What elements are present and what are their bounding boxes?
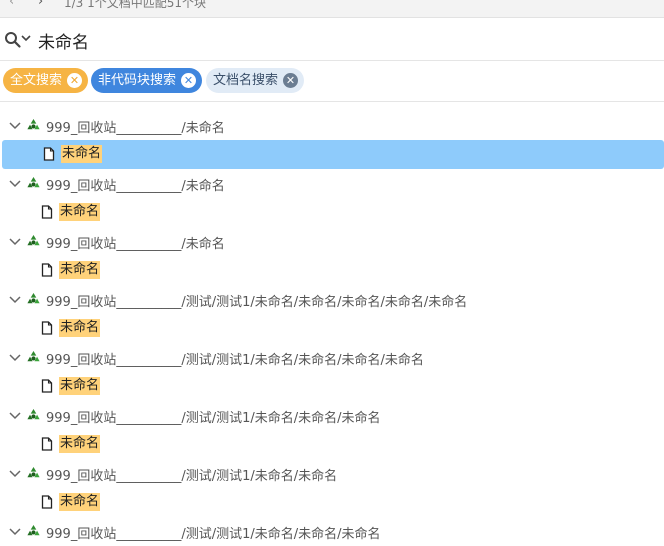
close-icon[interactable]: ✕ — [181, 73, 197, 88]
chevron-down-icon[interactable] — [9, 468, 21, 478]
result-doc-row[interactable]: 未命名 — [0, 198, 664, 227]
recycle-bin-icon — [26, 176, 41, 191]
result-path-row[interactable]: 999_回收站__________/测试/测试1/未命名/未命名/未命名/未命名… — [0, 285, 664, 314]
recycle-bin-icon — [26, 118, 41, 133]
search-results-tree: 999_回收站__________/未命名 未命名 999_回收站_________… — [0, 111, 664, 546]
chevron-down-icon[interactable] — [9, 120, 21, 130]
file-icon — [41, 205, 53, 219]
chevron-down-icon[interactable] — [9, 294, 21, 304]
recycle-bin-icon — [26, 292, 41, 307]
result-path-text: 999_回收站__________/测试/测试1/未命名/未命名/未命名 — [46, 527, 381, 542]
search-filter-bar: 全文搜索 ✕ 非代码块搜索 ✕ 文档名搜索 ✕ — [0, 61, 664, 102]
result-doc-row[interactable]: 未命名 — [2, 140, 664, 169]
result-doc-name: 未命名 — [59, 261, 101, 279]
result-path-text: 999_回收站__________/测试/测试1/未命名/未命名 — [46, 469, 338, 484]
recycle-bin-icon — [26, 524, 41, 539]
filter-chip-label: 全文搜索 — [10, 73, 63, 88]
result-path-row[interactable]: 999_回收站__________/测试/测试1/未命名/未命名/未命名/未命名 — [0, 343, 664, 372]
result-path-row[interactable]: 999_回收站__________/测试/测试1/未命名/未命名/未命名 — [0, 401, 664, 430]
chevron-down-icon[interactable] — [9, 236, 21, 246]
result-doc-row[interactable]: 未命名 — [0, 430, 664, 459]
next-result-button[interactable]: › — [38, 0, 43, 9]
result-doc-name: 未命名 — [59, 435, 101, 453]
match-count-status: 1/3 1个文档中匹配51个块 — [64, 0, 207, 10]
file-icon — [41, 379, 53, 393]
result-doc-row[interactable]: 未命名 — [0, 488, 664, 517]
recycle-bin-icon — [26, 466, 41, 481]
result-path-row[interactable]: 999_回收站__________/未命名 — [0, 169, 664, 198]
result-path-text: 999_回收站__________/未命名 — [46, 237, 225, 252]
result-path-row[interactable]: 999_回收站__________/测试/测试1/未命名/未命名/未命名 — [0, 517, 664, 546]
chevron-down-icon[interactable] — [9, 178, 21, 188]
toolbar: ‹ › 1/3 1个文档中匹配51个块 — [0, 0, 664, 18]
result-doc-row[interactable]: 未命名 — [0, 256, 664, 285]
filter-chip-fulltext[interactable]: 全文搜索 ✕ — [3, 68, 89, 93]
search-bar — [0, 18, 664, 61]
recycle-bin-icon — [26, 408, 41, 423]
chevron-down-icon[interactable] — [9, 410, 21, 420]
recycle-bin-icon — [26, 234, 41, 249]
result-path-text: 999_回收站__________/测试/测试1/未命名/未命名/未命名/未命名… — [46, 295, 468, 310]
file-icon — [41, 321, 53, 335]
result-path-row[interactable]: 999_回收站__________/未命名 — [0, 111, 664, 140]
result-doc-name: 未命名 — [59, 493, 101, 511]
result-doc-name: 未命名 — [59, 203, 101, 221]
result-path-row[interactable]: 999_回收站__________/测试/测试1/未命名/未命名 — [0, 459, 664, 488]
result-path-text: 999_回收站__________/未命名 — [46, 121, 225, 136]
file-icon — [41, 437, 53, 451]
filter-chip-label: 非代码块搜索 — [98, 73, 177, 88]
result-path-text: 999_回收站__________/测试/测试1/未命名/未命名/未命名/未命名 — [46, 353, 424, 368]
result-doc-name: 未命名 — [59, 319, 101, 337]
recycle-bin-icon — [26, 350, 41, 365]
file-icon — [41, 263, 53, 277]
close-icon[interactable]: ✕ — [67, 73, 83, 88]
result-doc-name: 未命名 — [59, 377, 101, 395]
close-icon[interactable]: ✕ — [283, 73, 299, 88]
result-doc-name: 未命名 — [61, 145, 103, 163]
chevron-down-icon[interactable] — [20, 31, 32, 45]
result-doc-row[interactable]: 未命名 — [0, 314, 664, 343]
result-doc-row[interactable]: 未命名 — [0, 372, 664, 401]
file-icon — [41, 495, 53, 509]
filter-chip-non-code-block[interactable]: 非代码块搜索 ✕ — [91, 68, 203, 93]
filter-chip-doc-name[interactable]: 文档名搜索 ✕ — [206, 68, 305, 93]
filter-chip-label: 文档名搜索 — [213, 73, 279, 88]
file-icon — [43, 147, 55, 161]
result-path-row[interactable]: 999_回收站__________/未命名 — [0, 227, 664, 256]
result-path-text: 999_回收站__________/测试/测试1/未命名/未命名/未命名 — [46, 411, 381, 426]
search-input[interactable] — [36, 26, 640, 54]
previous-result-button[interactable]: ‹ — [9, 0, 14, 9]
chevron-down-icon[interactable] — [9, 352, 21, 362]
result-path-text: 999_回收站__________/未命名 — [46, 179, 225, 194]
